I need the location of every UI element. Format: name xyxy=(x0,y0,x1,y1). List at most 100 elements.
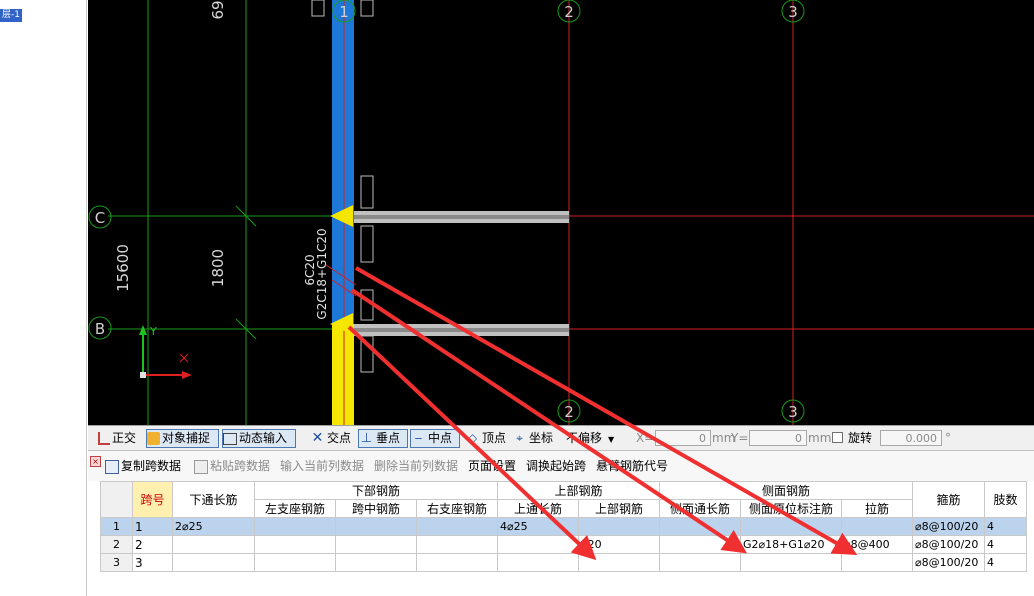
cell-right-support[interactable] xyxy=(416,517,498,536)
paste-span-button[interactable]: 粘贴跨数据 xyxy=(194,458,270,474)
column-outline xyxy=(360,175,374,209)
row-index: 3 xyxy=(100,553,133,572)
table-row[interactable]: 3 3 ⌀8@100/20 4 xyxy=(100,553,1027,572)
intersection-button[interactable]: ✕ 交点 xyxy=(310,429,351,448)
snap-toolbar: 正交 对象捕捉 动态输入 ✕ 交点 ⊥ 垂点 ‒ 中点 ◇ 顶点 ⌖ 坐标 不偏移 ▼ X=… xyxy=(88,425,1034,451)
object-snap-button[interactable]: 对象捕捉 xyxy=(146,429,219,448)
cell-span[interactable]: 1 xyxy=(132,517,173,536)
column-outline xyxy=(360,0,374,17)
dynamic-input-icon xyxy=(223,432,237,445)
cell-stirrup[interactable]: ⌀8@100/20 xyxy=(912,553,985,572)
dim-text-top: 69 xyxy=(209,0,227,19)
coordinate-button[interactable]: ⌖ 坐标 xyxy=(512,429,553,448)
header-stirrup[interactable]: 箍筋 xyxy=(912,481,985,518)
table-row[interactable]: 1 1 2⌀25 4⌀25 ⌀8@100/20 4 xyxy=(100,517,1027,536)
cell-span[interactable]: 3 xyxy=(132,553,173,572)
cell-tie[interactable]: ⌀8@400 xyxy=(841,535,913,554)
cell-side-original[interactable]: G2⌀18+G1⌀20 xyxy=(740,535,842,554)
cell-side-original[interactable] xyxy=(740,553,842,572)
delete-column-button[interactable]: 删除当前列数据 xyxy=(374,458,458,474)
header-left-support[interactable]: 左支座钢筋 xyxy=(254,499,336,518)
perpendicular-button[interactable]: ⊥ 垂点 xyxy=(358,429,408,448)
cell-left-support[interactable] xyxy=(254,553,336,572)
header-tie[interactable]: 拉筋 xyxy=(841,499,913,518)
perpendicular-icon: ⊥ xyxy=(360,431,373,446)
rotate-checkbox[interactable] xyxy=(832,432,843,443)
paste-span-label: 粘贴跨数据 xyxy=(210,459,271,473)
ortho-button[interactable]: 正交 xyxy=(98,429,136,448)
cantilever-code-button[interactable]: 悬臂钢筋代号 xyxy=(596,458,668,474)
cell-tie[interactable] xyxy=(841,517,913,536)
cell-tie[interactable] xyxy=(841,553,913,572)
header-bottom-through[interactable]: 下通长筋 xyxy=(172,481,255,518)
x-input[interactable]: 0 xyxy=(655,430,711,446)
ortho-label: 正交 xyxy=(112,431,137,445)
header-side-original[interactable]: 侧面原位标注筋 xyxy=(740,499,842,518)
cell-side-through[interactable] xyxy=(659,517,741,536)
beam-b-inner xyxy=(352,328,569,332)
input-column-button[interactable]: 输入当前列数据 xyxy=(280,458,364,474)
cell-legs[interactable]: 4 xyxy=(984,517,1027,536)
axis-label-2: 2 xyxy=(564,3,574,21)
cell-bottom-through[interactable] xyxy=(172,553,255,572)
header-right-support[interactable]: 右支座钢筋 xyxy=(416,499,498,518)
column-outline xyxy=(311,0,325,17)
drawing-canvas[interactable]: 1 2 3 2 3 C B 69 15600 1800 6C20 G2C18+G… xyxy=(88,0,1034,425)
intersection-icon: ✕ xyxy=(311,430,324,446)
cell-top-rebar[interactable]: ⌀20 xyxy=(578,535,660,554)
cell-right-support[interactable] xyxy=(416,553,498,572)
cell-top-rebar[interactable] xyxy=(578,553,660,572)
cell-mid-span[interactable] xyxy=(335,535,417,554)
cell-side-original[interactable] xyxy=(740,517,842,536)
cell-side-through[interactable] xyxy=(659,553,741,572)
column-outline xyxy=(360,225,374,263)
header-top-rebar[interactable]: 上部钢筋 xyxy=(578,499,660,518)
dynamic-input-label: 动态输入 xyxy=(239,431,288,445)
axis-label-c: C xyxy=(95,209,105,227)
tree-node-selected[interactable]: 层-1 xyxy=(0,9,22,22)
cell-mid-span[interactable] xyxy=(335,517,417,536)
cell-top-rebar[interactable] xyxy=(578,517,660,536)
intersection-label: 交点 xyxy=(327,431,352,445)
dynamic-input-button[interactable]: 动态输入 xyxy=(222,429,296,448)
cell-top-through[interactable] xyxy=(497,535,579,554)
page-setup-button[interactable]: 页面设置 xyxy=(468,458,516,474)
cell-left-support[interactable] xyxy=(254,535,336,554)
midpoint-label: 中点 xyxy=(428,431,453,445)
swap-start-button[interactable]: 调换起始跨 xyxy=(526,458,586,474)
midpoint-button[interactable]: ‒ 中点 xyxy=(410,429,460,448)
rotate-input[interactable]: 0.000 xyxy=(880,430,942,446)
vertex-button[interactable]: ◇ 顶点 xyxy=(465,429,506,448)
cell-stirrup[interactable]: ⌀8@100/20 xyxy=(912,535,985,554)
row-index: 2 xyxy=(100,535,133,554)
cell-top-through[interactable]: 4⌀25 xyxy=(497,517,579,536)
cell-legs[interactable]: 4 xyxy=(984,535,1027,554)
column-outline xyxy=(360,335,374,373)
header-side-through[interactable]: 侧面通长筋 xyxy=(659,499,741,518)
axis-label-b: B xyxy=(95,320,105,338)
header-span-no[interactable]: 跨号 xyxy=(132,481,173,518)
cell-left-support[interactable] xyxy=(254,517,336,536)
cell-side-through[interactable] xyxy=(659,535,741,554)
header-mid-span[interactable]: 跨中钢筋 xyxy=(335,499,417,518)
table-row[interactable]: 2 2 ⌀20 G2⌀18+G1⌀20 ⌀8@400 ⌀8@100/20 4 xyxy=(100,535,1027,554)
copy-span-button[interactable]: 复制跨数据 xyxy=(105,458,181,474)
cell-top-through[interactable] xyxy=(497,553,579,572)
beam-annotation-2: G2C18+G1C20 xyxy=(315,228,329,319)
column-yellow xyxy=(332,324,354,425)
cell-stirrup[interactable]: ⌀8@100/20 xyxy=(912,517,985,536)
midpoint-icon: ‒ xyxy=(414,431,423,445)
cell-span[interactable]: 2 xyxy=(132,535,173,554)
header-top-through[interactable]: 上通长筋 xyxy=(497,499,579,518)
cell-bottom-through[interactable] xyxy=(172,535,255,554)
canvas-drawing[interactable]: 1 2 3 2 3 C B 69 15600 1800 6C20 G2C18+G… xyxy=(88,0,1034,425)
close-icon[interactable]: × xyxy=(90,456,101,467)
cell-legs[interactable]: 4 xyxy=(984,553,1027,572)
span-toolbar: × 复制跨数据 粘贴跨数据 输入当前列数据 删除当前列数据 页面设置 调换起始跨… xyxy=(88,451,1034,481)
y-input[interactable]: 0 xyxy=(749,430,807,446)
cell-mid-span[interactable] xyxy=(335,553,417,572)
offset-dropdown[interactable]: 不偏移 ▼ xyxy=(566,429,614,448)
header-legs[interactable]: 肢数 xyxy=(984,481,1027,518)
cell-bottom-through[interactable]: 2⌀25 xyxy=(172,517,255,536)
cell-right-support[interactable] xyxy=(416,535,498,554)
